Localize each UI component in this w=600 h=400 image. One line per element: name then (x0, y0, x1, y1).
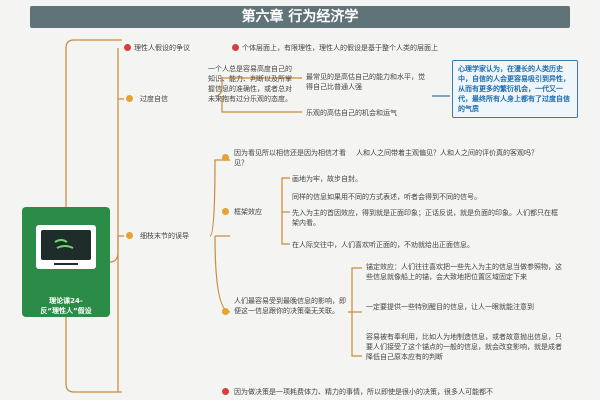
anchoring-item-1: 锚定效应：人们往往喜欢把一些先入为主的信息当做参照物，这些信息就像船上的锚，会大… (366, 263, 562, 281)
framing-item-4: 在人际交往中，人们喜欢听正面的，不劝就给出正面信息。 (292, 241, 474, 249)
branch-dot-orange (126, 95, 133, 102)
subnode-dot (222, 208, 229, 215)
blackboard-icon (41, 230, 91, 260)
mind-map-page: 第六章 行为经济学 理论课24- 反“理性人”假设 理性人假设的争议 个体层面上… (0, 0, 600, 400)
anchoring-item-2: 一定要提供一些特别醒目的信息，让人一眼就能注意到 (366, 303, 534, 311)
connector-root-bottom (65, 317, 122, 393)
subnode-dot (222, 154, 229, 161)
overconfidence-ability: 最常见的是高估自己的能力和水平，觉得自己比普通人强 (306, 73, 425, 91)
subjective-bias-question: 人和人之间带着主观偏见？人和人之间的评价真的客观吗？ (356, 149, 538, 157)
connector-root-mid (109, 235, 124, 263)
branch-rational-debate: 理性人假设的争议 (134, 44, 190, 52)
branch-dot-orange-2 (126, 232, 133, 239)
branch-overconfidence: 过度自信 (140, 95, 168, 103)
branch-dot-red (124, 44, 131, 51)
connector-root-top (65, 39, 122, 207)
classroom-icon (36, 225, 96, 269)
anchoring-item-3: 容易被有奉利用，比如人为地制造信息，或者故意抛出信息，只要人们接受了这个锚点的一… (366, 333, 562, 361)
framing-item-1: 画地为牢，故步自封。 (292, 175, 362, 183)
framing-item-3: 先入为主的首因效应，得到就是正面印象；正话反说，就是负面的印象。人们都只在框架内… (292, 209, 558, 227)
overconfidence-luck: 乐观的高估自己的机会和运气 (306, 109, 397, 117)
framing-item-2: 同样的信息如果用不同的方式表述，听者会得到不同的信号。 (292, 193, 481, 201)
board-stand-icon (54, 263, 78, 267)
subnode-dot (222, 308, 229, 315)
chalk-scribble-icon (54, 239, 74, 249)
branch-dot-red-2 (222, 388, 229, 395)
branch-decision-fatigue: 因为做决策是一项耗费体力、精力的事情，所以即使是很小的决策，很多人可能都不 (234, 388, 493, 396)
anchoring-summary: 人们最容易受到最晚信息的影响，即便这一信息跟你的决策毫无关联。 (234, 297, 346, 315)
seeing-believing-question: 因为看见所以相信还是因为相信才看见？ (234, 149, 346, 167)
center-topic-label: 理论课24- 反“理性人”假设 (40, 297, 92, 315)
overconfidence-definition: 一个人总是容易高度自己的知识、能力、判断以及所掌握信息的准确性，或者总对未来抱有… (208, 65, 292, 103)
branch-rational-detail: 个体层面上，有限理性，理性人的假设是基于整个人类的层面上 (242, 44, 438, 52)
overconfidence-insight-box: 心理学家认为，在漫长的人类历史中，自信的人会更容易吸引到异性，从而有更多的繁衍机… (452, 60, 578, 118)
warning-icon (232, 44, 239, 51)
framing-effect-label: 框架效应 (234, 208, 262, 216)
branch-misleading-details: 细枝末节的误导 (140, 232, 189, 240)
